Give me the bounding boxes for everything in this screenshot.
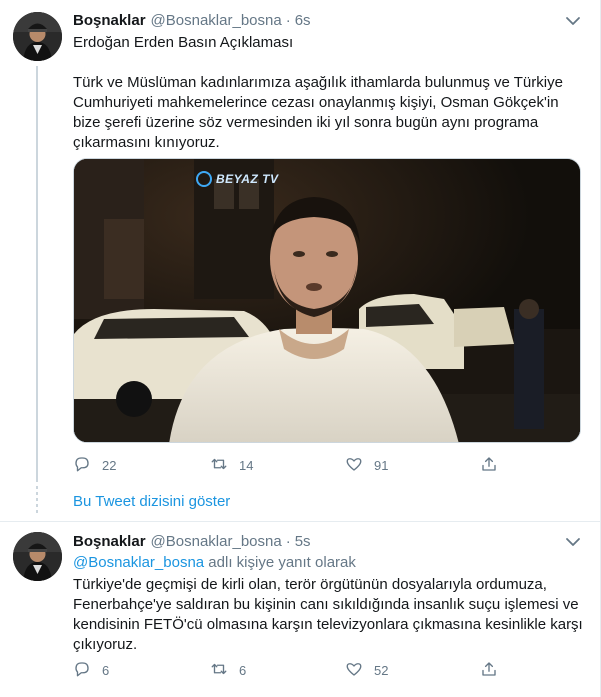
reply-icon[interactable] [73,660,91,681]
avatar[interactable] [13,532,62,581]
replying-to-suffix: adlı kişiye yanıt olarak [204,554,356,571]
replying-to: @Bosnaklar_bosna adlı kişiye yanıt olara… [73,553,583,573]
show-thread-row[interactable]: Bu Tweet dizisini göster [0,482,601,522]
like-button[interactable]: 91 [345,455,480,476]
thread-connector [36,66,38,482]
timestamp[interactable]: 6s [295,12,311,29]
retweet-icon[interactable] [210,660,228,681]
tweet-2[interactable]: Boşnaklar @Bosnaklar_bosna · 5s @Bosnakl… [0,522,601,697]
tweet-body-text: Türkiye'de geçmişi de kirli olan, terör … [73,576,583,653]
tweet-video[interactable]: BEYAZ TV [73,158,581,443]
user-handle[interactable]: @Bosnaklar_bosna [151,533,282,550]
tweet-body-text: Türk ve Müslüman kadınlarımıza aşağılık … [73,74,563,151]
avatar-image [13,12,62,61]
like-icon[interactable] [345,455,363,476]
retweet-icon[interactable] [210,455,228,476]
like-count: 91 [374,457,389,473]
tweet-header: Boşnaklar @Bosnaklar_bosna · 6s [73,10,311,30]
user-handle[interactable]: @Bosnaklar_bosna [151,12,282,29]
tweet-body: Türkiye'de geçmişi de kirli olan, terör … [73,575,583,655]
like-button[interactable]: 52 [345,660,480,681]
avatar-image [13,532,62,581]
reply-button[interactable]: 22 [73,455,210,476]
retweet-count: 14 [239,457,254,473]
separator-dot: · [285,11,291,29]
avatar[interactable] [13,12,62,61]
separator-dot: · [285,532,291,550]
caret-down-icon[interactable] [564,12,582,30]
retweet-count: 6 [239,662,247,678]
caret-down-icon[interactable] [564,533,582,551]
tweet-actions: 22 14 91 [73,454,513,476]
video-watermark: BEYAZ TV [216,172,279,186]
share-icon[interactable] [480,455,498,476]
timestamp[interactable]: 5s [295,533,311,550]
tweet-body: Türk ve Müslüman kadınlarımıza aşağılık … [73,73,583,153]
tweet-1[interactable]: Boşnaklar @Bosnaklar_bosna · 6s Erdoğan … [0,0,601,482]
retweet-button[interactable]: 6 [210,660,345,681]
replying-to-handle[interactable]: @Bosnaklar_bosna [73,554,204,571]
tweet-title-line: Erdoğan Erden Basın Açıklaması [73,34,294,51]
share-button[interactable] [480,660,498,681]
reply-count: 22 [102,457,117,473]
display-name[interactable]: Boşnaklar [73,533,146,550]
tweet-text: Erdoğan Erden Basın Açıklaması [73,33,583,53]
retweet-button[interactable]: 14 [210,455,345,476]
show-thread-link[interactable]: Bu Tweet dizisini göster [73,493,230,510]
thread-dotted-connector [36,486,38,516]
like-count: 52 [374,662,389,678]
like-icon[interactable] [345,660,363,681]
display-name[interactable]: Boşnaklar [73,12,146,29]
tweet-header: Boşnaklar @Bosnaklar_bosna · 5s [73,531,311,551]
share-button[interactable] [480,455,498,476]
share-icon[interactable] [480,660,498,681]
reply-button[interactable]: 6 [73,660,210,681]
reply-icon[interactable] [73,455,91,476]
reply-count: 6 [102,662,110,678]
video-thumbnail [74,159,580,442]
tweet-actions: 6 6 52 [73,659,513,681]
